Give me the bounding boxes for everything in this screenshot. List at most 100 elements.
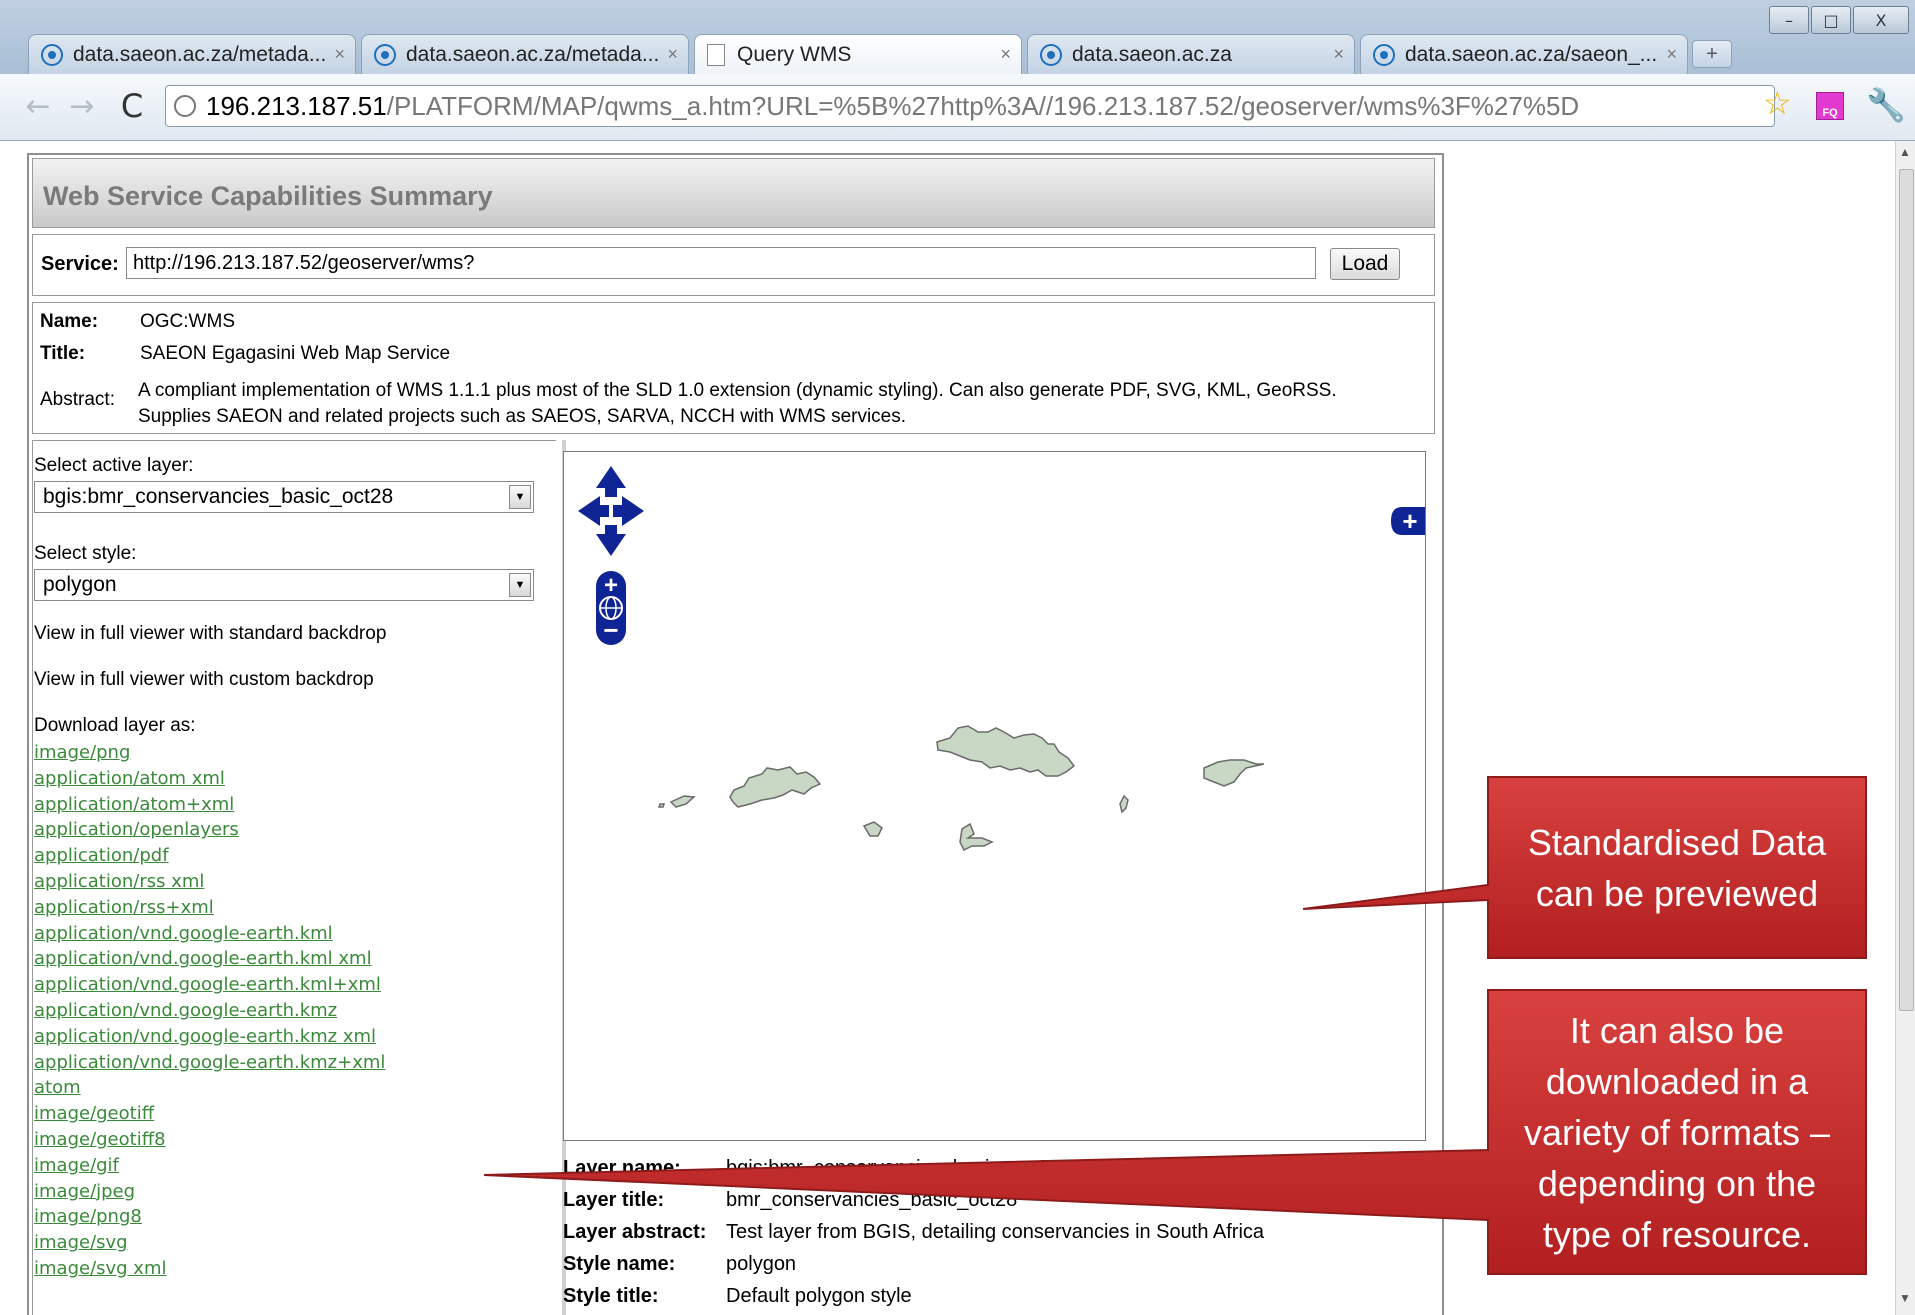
download-link[interactable]: application/vnd.google-earth.kmz [34, 999, 385, 1025]
name-key: Name: [40, 311, 99, 332]
download-link[interactable]: application/vnd.google-earth.kml xml [34, 947, 385, 973]
tab-title: data.saeon.ac.za/metada... [406, 42, 660, 66]
download-link[interactable]: application/vnd.google-earth.kml+xml [34, 973, 385, 999]
maximize-button[interactable]: □ [1811, 6, 1851, 34]
scroll-down-icon[interactable]: ▼ [1899, 1291, 1911, 1305]
download-callout-line: depending on the [1537, 1163, 1817, 1204]
zoom-in-icon[interactable]: + [604, 572, 618, 599]
panel-header: Web Service Capabilities Summary [32, 158, 1435, 228]
layer-select[interactable]: bgis:bmr_conservancies_basic_oct28 ▼ [34, 481, 534, 513]
back-button[interactable]: ← [18, 86, 58, 126]
style-title-row: Style title: Default polygon style [563, 1285, 912, 1308]
layer-name-key: Layer name: [563, 1157, 681, 1179]
service-label: Service: [41, 253, 119, 275]
style-title-value: Default polygon style [726, 1285, 912, 1307]
bookmark-star-icon[interactable]: ☆ [1763, 84, 1792, 122]
download-link[interactable]: application/openlayers [34, 818, 385, 844]
tab-close-icon[interactable]: × [1666, 44, 1677, 65]
layer-abstract-key: Layer abstract: [563, 1221, 707, 1243]
download-link[interactable]: image/geotiff8 [34, 1128, 385, 1154]
tab-close-icon[interactable]: × [667, 44, 678, 65]
layer-name-value: bgis:bmr_conservancies_basic_oct28 [726, 1157, 1060, 1179]
download-link[interactable]: image/svg xml [34, 1257, 385, 1283]
download-link[interactable]: image/png8 [34, 1205, 385, 1231]
service-bar: Service: Load [32, 234, 1435, 296]
browser-tab-3-active[interactable]: Query WMS × [694, 34, 1022, 74]
scroll-up-icon[interactable]: ▲ [1899, 145, 1911, 159]
abstract-value: A compliant implementation of WMS 1.1.1 … [138, 380, 1337, 427]
preview-callout-line: can be previewed [1535, 873, 1819, 914]
browser-tab-4[interactable]: data.saeon.ac.za × [1027, 34, 1355, 74]
layer-abstract-value: Test layer from BGIS, detailing conserva… [726, 1221, 1265, 1243]
tab-title: Query WMS [737, 42, 852, 66]
page-icon [707, 43, 725, 66]
forward-button[interactable]: → [62, 86, 102, 126]
download-format-list: image/png application/atom xml applicati… [34, 741, 385, 1283]
saeon-favicon-icon [1040, 43, 1062, 66]
capabilities-panel: Web Service Capabilities Summary Service… [27, 153, 1444, 1315]
download-link[interactable]: application/rss+xml [34, 896, 385, 922]
download-link[interactable]: application/vnd.google-earth.kmz+xml [34, 1051, 385, 1077]
download-link[interactable]: atom [34, 1076, 385, 1102]
layer-title-key: Layer title: [563, 1189, 665, 1211]
layer-title-row: Layer title: bmr_conservancies_basic_oct2… [563, 1189, 1017, 1212]
saeon-favicon-icon [374, 43, 396, 66]
download-link[interactable]: application/vnd.google-earth.kml [34, 922, 385, 948]
close-window-button[interactable]: X [1853, 6, 1909, 34]
tab-title: data.saeon.ac.za [1072, 42, 1232, 66]
globe-icon [174, 95, 196, 117]
chevron-down-icon: ▼ [509, 573, 531, 597]
pan-arrows-icon[interactable] [578, 466, 644, 556]
select-style-label: Select style: [34, 543, 137, 564]
download-link[interactable]: image/geotiff [34, 1102, 385, 1128]
view-standard-link[interactable]: View in full viewer with standard backdr… [34, 623, 386, 645]
preview-callout: Standardised Data can be previewed [1488, 817, 1866, 919]
download-link[interactable]: image/png [34, 741, 385, 767]
download-link[interactable]: image/svg [34, 1231, 385, 1257]
name-value: OGC:WMS [140, 311, 235, 332]
title-value: SAEON Egagasini Web Map Service [140, 343, 451, 364]
layer-switcher-plus: + [1402, 506, 1417, 536]
download-link[interactable]: application/vnd.google-earth.kmz xml [34, 1025, 385, 1051]
map-preview[interactable]: + − + [563, 451, 1426, 1141]
tab-close-icon[interactable]: × [334, 44, 345, 65]
title-key: Title: [40, 343, 86, 364]
browser-tab-5[interactable]: data.saeon.ac.za/saeon_... × [1360, 34, 1688, 74]
download-link[interactable]: application/pdf [34, 844, 385, 870]
service-info: Name: OGC:WMS Title: SAEON Egagasini Web M… [32, 302, 1435, 434]
address-bar[interactable]: 196.213.187.51/PLATFORM/MAP/qwms_a.htm?U… [165, 85, 1775, 127]
view-custom-link[interactable]: View in full viewer with custom backdrop [34, 669, 374, 691]
download-callout-line: It can also be [1569, 1010, 1785, 1051]
download-link[interactable]: image/jpeg [34, 1180, 385, 1206]
zoom-out-icon[interactable]: − [603, 615, 618, 645]
url-path: /PLATFORM/MAP/qwms_a.htm?URL=%5B%27http%… [386, 90, 1580, 121]
service-url-input[interactable] [126, 247, 1316, 279]
browser-toolbar: ← → C 196.213.187.51/PLATFORM/MAP/qwms_a… [0, 74, 1915, 141]
tab-close-icon[interactable]: × [1333, 44, 1344, 65]
tab-strip: – □ X data.saeon.ac.za/metada... × data.… [0, 0, 1915, 74]
download-link[interactable]: application/atom+xml [34, 793, 385, 819]
layer-abstract-row: Layer abstract: Test layer from BGIS, det… [563, 1221, 1264, 1244]
load-button[interactable]: Load [1330, 248, 1400, 280]
download-callout-line: downloaded in a [1545, 1061, 1809, 1102]
wrench-menu-icon[interactable]: 🔧 [1866, 86, 1906, 124]
browser-tab-1[interactable]: data.saeon.ac.za/metada... × [28, 34, 356, 74]
download-link[interactable]: application/rss xml [34, 870, 385, 896]
download-link[interactable]: image/gif [34, 1154, 385, 1180]
download-link[interactable]: application/atom xml [34, 767, 385, 793]
scrollbar-thumb[interactable] [1899, 169, 1914, 1011]
style-name-row: Style name: polygon [563, 1253, 796, 1276]
saeon-favicon-icon [41, 43, 63, 66]
layer-select-value: bgis:bmr_conservancies_basic_oct28 [43, 485, 394, 508]
window-controls: – □ X [1769, 6, 1909, 34]
reload-button[interactable]: C [112, 86, 152, 126]
minimize-button[interactable]: – [1769, 6, 1809, 34]
new-tab-button[interactable]: + [1692, 40, 1732, 68]
browser-tab-2[interactable]: data.saeon.ac.za/metada... × [361, 34, 689, 74]
tab-close-icon[interactable]: × [1000, 44, 1011, 65]
vertical-scrollbar[interactable]: ▲ ▼ [1895, 141, 1915, 1315]
chevron-down-icon: ▼ [509, 485, 531, 509]
browser-window: – □ X data.saeon.ac.za/metada... × data.… [0, 0, 1915, 1315]
style-select[interactable]: polygon ▼ [34, 569, 534, 601]
extension-icon[interactable]: FQ [1816, 92, 1844, 120]
